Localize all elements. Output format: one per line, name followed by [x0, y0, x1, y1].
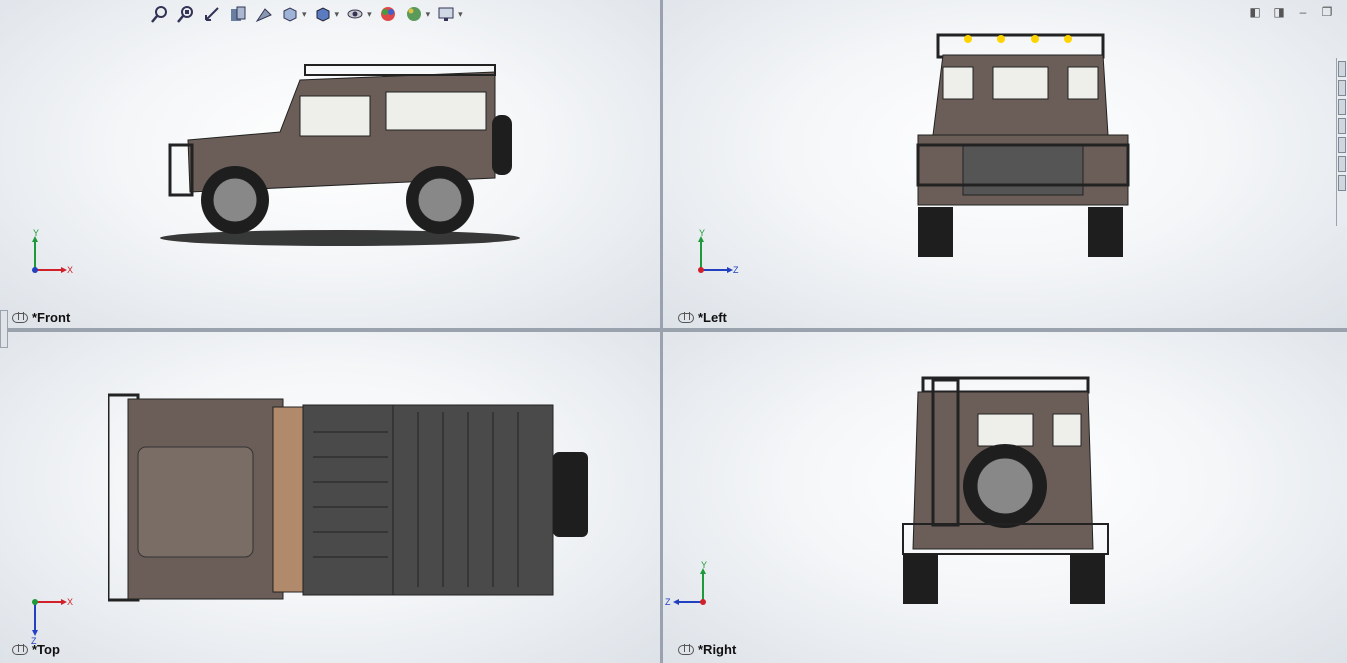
dropdown-icon[interactable]: ▾	[426, 9, 431, 20]
viewport-front[interactable]: ▾ ▾ ▾ ▾ ▾ Y X *Front	[0, 0, 660, 328]
zoom-to-fit-icon[interactable]	[150, 4, 170, 24]
dropdown-icon[interactable]: ▾	[335, 9, 340, 20]
dropdown-icon[interactable]: ▾	[302, 9, 307, 20]
viewport-top[interactable]: Z X *Top	[0, 332, 660, 663]
vehicle-top-view[interactable]	[108, 387, 598, 607]
axis-label-h: X	[67, 265, 73, 275]
view-settings-icon[interactable]	[436, 4, 456, 24]
axis-label-v: Y	[699, 228, 705, 238]
home-icon[interactable]	[1338, 61, 1346, 77]
viewport-right[interactable]: Y Z *Right	[663, 332, 1347, 663]
file-explorer-icon[interactable]	[1338, 118, 1346, 134]
display-style-icon[interactable]	[313, 4, 333, 24]
task-pane-tabs	[1336, 58, 1347, 226]
triad-axes: Y X	[32, 228, 73, 275]
restore-icon[interactable]: ❐	[1319, 5, 1335, 19]
tile-left-icon[interactable]: ◧	[1247, 5, 1263, 19]
viewport-label-top: *Top	[12, 642, 60, 657]
edit-appearance-icon[interactable]	[378, 4, 398, 24]
apply-scene-icon[interactable]	[404, 4, 424, 24]
view-palette-icon[interactable]	[1338, 137, 1346, 153]
zoom-area-icon[interactable]	[176, 4, 196, 24]
vehicle-front-view[interactable]	[913, 25, 1133, 260]
feature-manager-collapse-handle[interactable]	[0, 310, 8, 348]
viewport-left[interactable]: Y Z *Left ◧ ◨ – ❐	[663, 0, 1347, 328]
axis-label-h: Z	[733, 265, 739, 275]
vehicle-rear-view[interactable]	[898, 374, 1113, 609]
vehicle-side-view[interactable]	[150, 60, 540, 250]
hide-show-icon[interactable]	[345, 4, 365, 24]
viewport-label-right: *Right	[678, 642, 736, 657]
dropdown-icon[interactable]: ▾	[367, 9, 372, 20]
axis-label-h: X	[67, 597, 73, 607]
triad-axes: Y Z	[665, 560, 707, 607]
section-view-icon[interactable]	[228, 4, 248, 24]
window-controls: ◧ ◨ – ❐	[1247, 5, 1335, 19]
triad-axes: Z X	[31, 597, 73, 644]
view-orientation-icon[interactable]	[280, 4, 300, 24]
viewport-label-front: *Front	[12, 310, 70, 325]
tile-right-icon[interactable]: ◨	[1271, 5, 1287, 19]
resources-icon[interactable]	[1338, 80, 1346, 96]
viewport-label-left: *Left	[678, 310, 727, 325]
dynamic-annotation-icon[interactable]	[254, 4, 274, 24]
minimize-icon[interactable]: –	[1295, 5, 1311, 19]
link-views-icon[interactable]	[678, 644, 694, 655]
heads-up-view-toolbar: ▾ ▾ ▾ ▾ ▾	[150, 3, 463, 25]
viewport-splitter-horizontal[interactable]	[0, 328, 1347, 332]
link-views-icon[interactable]	[12, 644, 28, 655]
custom-properties-icon[interactable]	[1338, 175, 1346, 191]
triad-axes: Y Z	[698, 228, 739, 275]
previous-view-icon[interactable]	[202, 4, 222, 24]
design-library-icon[interactable]	[1338, 99, 1346, 115]
dropdown-icon[interactable]: ▾	[458, 9, 463, 20]
axis-label-v: Y	[33, 228, 39, 238]
appearances-icon[interactable]	[1338, 156, 1346, 172]
link-views-icon[interactable]	[12, 312, 28, 323]
axis-label-h: Z	[665, 597, 671, 607]
link-views-icon[interactable]	[678, 312, 694, 323]
axis-label-v: Y	[701, 560, 707, 570]
